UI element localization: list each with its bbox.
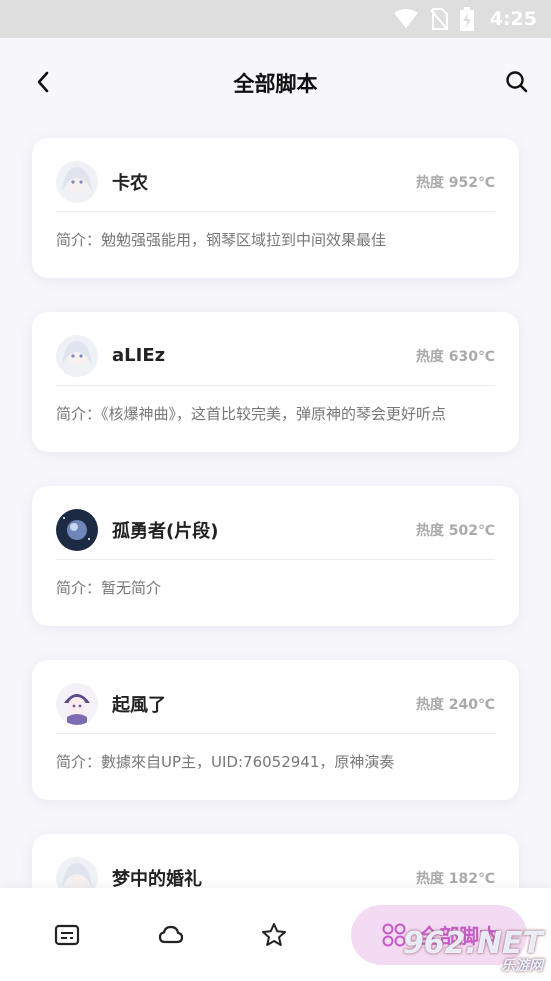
status-bar: 4:25 <box>0 0 551 38</box>
card-header: aLIEz 热度 630℃ <box>56 334 495 386</box>
script-card[interactable]: 孤勇者(片段) 热度 502℃ 简介：暂无简介 <box>32 486 519 626</box>
script-card[interactable]: aLIEz 热度 630℃ 简介：《核爆神曲》，这首比较完美，弹原神的琴会更好听… <box>32 312 519 452</box>
star-icon <box>262 922 287 946</box>
script-list: 卡农 热度 952℃ 简介：勉勉强强能用，钢琴区域拉到中间效果最佳 aLIEz … <box>0 126 551 974</box>
script-list-icon <box>54 924 79 945</box>
card-header: 卡农 热度 952℃ <box>56 160 495 212</box>
nav-item-all-scripts[interactable]: 全部脚本 <box>351 904 527 965</box>
heat-value: 热度 952℃ <box>415 174 495 191</box>
cloud-icon <box>158 925 183 943</box>
bottom-nav: 全部脚本 <box>0 888 551 981</box>
script-card[interactable]: 卡农 热度 952℃ 简介：勉勉强强能用，钢琴区域拉到中间效果最佳 <box>32 138 519 278</box>
song-intro: 简介：數據來自UP主，UID:76052941，原神演奏 <box>56 753 395 771</box>
girl-avatar <box>56 334 98 377</box>
nav-item-list[interactable] <box>40 907 94 963</box>
song-intro: 简介：勉勉强强能用，钢琴区域拉到中间效果最佳 <box>56 231 387 249</box>
space-avatar <box>56 508 98 551</box>
grid-icon <box>382 923 406 946</box>
song-intro: 简介：《核爆神曲》，这首比较完美，弹原神的琴会更好听点 <box>56 405 447 423</box>
heat-value: 热度 182℃ <box>415 870 495 887</box>
song-name: 孤勇者(片段) <box>112 520 219 542</box>
script-card[interactable]: 起風了 热度 240℃ 简介：數據來自UP主，UID:76052941，原神演奏 <box>32 660 519 800</box>
wifi-icon <box>393 9 418 28</box>
nav-item-favorites[interactable] <box>247 907 301 963</box>
song-name: aLIEz <box>112 345 166 366</box>
status-time: 4:25 <box>489 8 537 30</box>
card-header: 孤勇者(片段) 热度 502℃ <box>56 508 495 560</box>
no-sim-icon <box>429 8 448 30</box>
purple-avatar <box>56 682 98 725</box>
song-name: 梦中的婚礼 <box>112 868 202 890</box>
girl-avatar <box>56 160 98 203</box>
song-name: 起風了 <box>112 694 166 716</box>
page-title: 全部脚本 <box>233 72 318 96</box>
song-intro: 简介：暂无简介 <box>56 579 162 597</box>
battery-charging-icon <box>459 7 474 31</box>
nav-item-cloud[interactable] <box>144 907 198 963</box>
heat-value: 热度 240℃ <box>415 696 495 713</box>
heat-value: 热度 630℃ <box>415 348 495 365</box>
nav-active-label: 全部脚本 <box>419 924 500 948</box>
song-name: 卡农 <box>112 172 148 194</box>
heat-value: 热度 502℃ <box>415 522 495 539</box>
card-header: 起風了 热度 240℃ <box>56 682 495 734</box>
